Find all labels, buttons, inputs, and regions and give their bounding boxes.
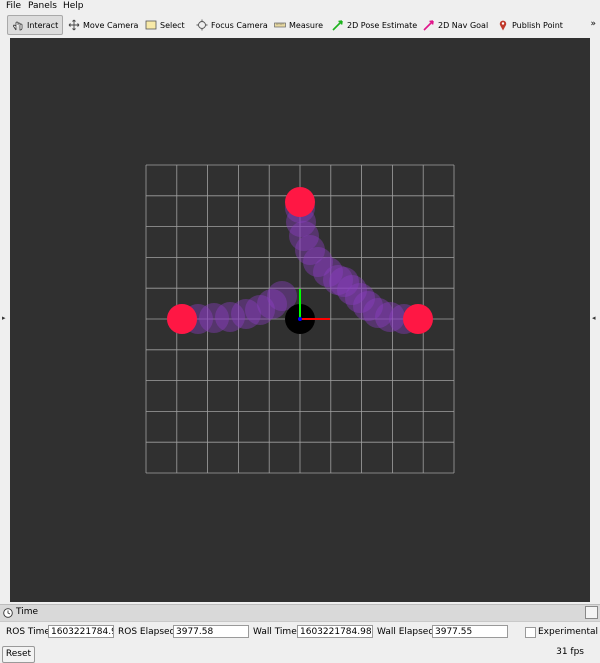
render-viewport[interactable] xyxy=(10,38,590,602)
toolbar: Interact Move Camera Select Focus Camera… xyxy=(0,13,600,38)
time-panel-row: ROS Time: 1603221784.95 ROS Elapsed: 397… xyxy=(0,622,600,642)
ros-elapsed-field[interactable]: 3977.58 xyxy=(173,625,249,638)
goal-marker xyxy=(167,304,197,334)
map-pin-icon xyxy=(497,19,509,31)
pose-estimate-label: 2D Pose Estimate xyxy=(347,20,418,30)
time-panel-title: Time xyxy=(16,607,39,617)
pose-estimate-tool-button[interactable]: 2D Pose Estimate xyxy=(328,15,421,35)
experimental-checkbox[interactable] xyxy=(525,627,536,638)
time-panel-header: Time xyxy=(0,604,600,622)
interact-tool-button[interactable]: Interact xyxy=(7,15,63,35)
ros-elapsed-label: ROS Elapsed: xyxy=(118,627,179,637)
clock-icon xyxy=(3,608,13,618)
green-arrow-icon xyxy=(332,19,344,31)
measure-tool-button[interactable]: Measure xyxy=(270,15,327,35)
select-label: Select xyxy=(160,20,185,30)
move-camera-label: Move Camera xyxy=(83,20,139,30)
menu-bar: File Panels Help xyxy=(0,0,600,13)
z-axis-dot xyxy=(298,317,302,321)
nav-goal-label: 2D Nav Goal xyxy=(438,20,489,30)
select-tool-button[interactable]: Select xyxy=(141,15,189,35)
crosshair-icon xyxy=(196,19,208,31)
wall-time-label: Wall Time: xyxy=(253,627,300,637)
left-collapse-arrow-icon[interactable]: ▸ xyxy=(2,314,6,322)
experimental-label: Experimental xyxy=(538,627,599,637)
ros-time-field[interactable]: 1603221784.95 xyxy=(48,625,114,638)
nav-goal-tool-button[interactable]: 2D Nav Goal xyxy=(419,15,492,35)
toolbar-overflow-button[interactable]: » xyxy=(590,19,596,29)
wall-time-field[interactable]: 1603221784.98 xyxy=(297,625,373,638)
reset-button[interactable]: Reset xyxy=(2,646,35,663)
menu-panels[interactable]: Panels xyxy=(28,1,57,11)
undock-panel-button[interactable] xyxy=(585,606,598,619)
measure-label: Measure xyxy=(289,20,323,30)
ruler-icon xyxy=(274,19,286,31)
move-camera-tool-button[interactable]: Move Camera xyxy=(64,15,142,35)
ros-time-label: ROS Time: xyxy=(6,627,53,637)
menu-file[interactable]: File xyxy=(6,1,21,11)
select-box-icon xyxy=(145,19,157,31)
status-row: Reset 31 fps xyxy=(0,643,600,663)
focus-camera-tool-button[interactable]: Focus Camera xyxy=(192,15,272,35)
focus-camera-label: Focus Camera xyxy=(211,20,268,30)
wall-elapsed-label: Wall Elapsed: xyxy=(377,627,438,637)
fps-readout: 31 fps xyxy=(556,647,584,657)
hand-pointer-icon xyxy=(12,19,24,31)
pink-arrow-icon xyxy=(423,19,435,31)
goal-marker xyxy=(285,187,315,217)
goal-marker xyxy=(403,304,433,334)
move-arrows-icon xyxy=(68,19,80,31)
viewport-frame: ▸ ◂ xyxy=(0,38,600,602)
publish-point-label: Publish Point xyxy=(512,20,563,30)
scene-canvas[interactable] xyxy=(10,38,590,602)
right-collapse-arrow-icon[interactable]: ◂ xyxy=(592,314,596,322)
wall-elapsed-field[interactable]: 3977.55 xyxy=(432,625,508,638)
publish-point-tool-button[interactable]: Publish Point xyxy=(493,15,567,35)
menu-help[interactable]: Help xyxy=(63,1,84,11)
interact-label: Interact xyxy=(27,20,59,30)
